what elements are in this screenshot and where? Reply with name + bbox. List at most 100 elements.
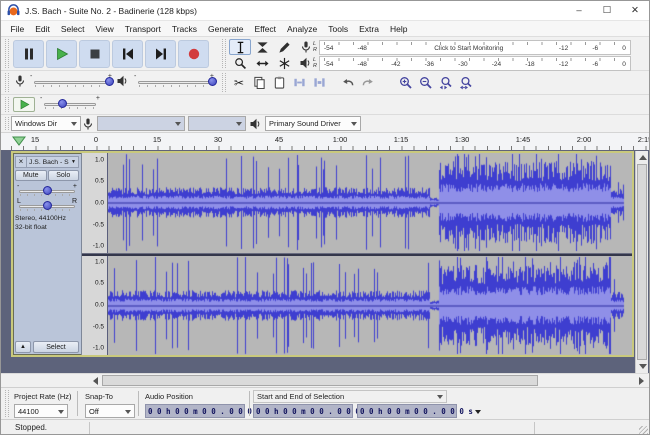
playback-meter-scale[interactable]: -54-48-42-36-30-24-18-12-60 [319,56,631,71]
recording-meter[interactable]: LR -54-48-42-36-30-24-18-12-60 Click to … [299,39,631,55]
menu-edit[interactable]: Edit [30,24,56,34]
redo-button[interactable] [358,73,378,92]
toolbar-grip[interactable] [5,117,9,130]
snap-to-select[interactable]: Off [85,404,135,418]
solo-button[interactable]: Solo [48,170,80,181]
selection-end-value: 0 0 h 0 0 m 0 0 . 0 0 0 s [360,407,473,416]
slider-thumb[interactable] [58,99,67,108]
zoom-tool-button[interactable] [229,55,251,71]
timeshift-tool-button[interactable] [251,55,273,71]
playback-speed-slider[interactable]: - + [39,97,101,110]
trim-audio-button[interactable] [289,73,309,92]
select-track-button[interactable]: Select [33,341,79,353]
menu-generate[interactable]: Generate [203,24,249,34]
paste-button[interactable] [269,73,289,92]
scroll-up-button[interactable] [636,151,649,164]
zoom-fit-button[interactable] [456,73,476,92]
project-rate-select[interactable]: 44100 [14,404,68,418]
slider-thumb[interactable] [105,77,114,86]
horizontal-scroll-thumb[interactable] [102,375,538,386]
resize-grip[interactable] [639,426,648,435]
draw-tool-button[interactable] [273,39,295,55]
menu-transport[interactable]: Transport [119,24,166,34]
mute-button[interactable]: Mute [15,170,47,181]
menu-tools[interactable]: Tools [323,24,354,34]
collapse-track-button[interactable]: ▲ [15,341,31,353]
recording-channels-select[interactable] [188,116,246,131]
pause-button[interactable] [13,40,44,68]
left-waveform-canvas[interactable] [108,153,632,252]
skip-to-start-button[interactable] [112,40,143,68]
menu-help[interactable]: Help [384,24,412,34]
recording-device-select[interactable] [97,116,185,131]
vertical-ruler[interactable]: 1.00.50.0-0.5-1.0 [82,256,108,356]
minimize-button[interactable]: – [565,1,593,20]
playback-device-select[interactable]: Primary Sound Driver [265,116,361,131]
envelope-tool-button[interactable] [251,39,273,55]
timeline-options-icon[interactable] [12,136,26,146]
toolbar-grip[interactable] [222,39,226,68]
vertical-scroll-thumb[interactable] [637,164,647,360]
recording-meter-scale[interactable]: -54-48-42-36-30-24-18-12-60 Click to Sta… [319,40,631,55]
toolbar-grip[interactable] [5,390,9,417]
slider-groove [138,81,210,84]
maximize-button[interactable]: ☐ [593,1,621,20]
playback-volume-slider[interactable]: - + [133,75,215,88]
field-dropdown-icon[interactable] [475,410,481,417]
selection-mode-select[interactable]: Start and End of Selection [253,390,447,403]
recording-volume-slider[interactable]: - + [29,75,113,88]
gain-slider[interactable]: - + [15,183,79,196]
undo-button[interactable] [338,73,358,92]
zoom-selection-button[interactable] [436,73,456,92]
record-button[interactable] [178,40,209,68]
scroll-left-button[interactable] [89,374,102,387]
menu-effect[interactable]: Effect [249,24,282,34]
right-waveform[interactable] [108,256,632,356]
menu-view[interactable]: View [90,24,119,34]
toolbar-grip[interactable] [5,97,9,112]
vertical-ruler[interactable]: 1.00.50.0-0.5-1.0 [82,153,108,253]
slider-thumb[interactable] [208,77,217,86]
scroll-down-button[interactable] [636,360,649,373]
playback-meter[interactable]: LR -54-48-42-36-30-24-18-12-60 [299,55,631,71]
audio-host-select[interactable]: Windows Dir [11,116,81,131]
undo-icon [341,76,355,89]
play-at-speed-button[interactable] [13,97,35,112]
zoom-out-button[interactable] [416,73,436,92]
play-button[interactable] [46,40,77,68]
menu-select[interactable]: Select [55,24,90,34]
track-title[interactable]: J.S. Bach - S [27,159,71,166]
horizontal-scrollbar[interactable] [1,373,649,387]
close-button[interactable]: ✕ [621,1,649,20]
zoom-in-button[interactable] [396,73,416,92]
selection-end-field[interactable]: 0 0 h 0 0 m 0 0 . 0 0 0 s [357,404,457,418]
stop-button[interactable] [79,40,110,68]
vertical-scrollbar[interactable] [635,151,648,373]
copy-button[interactable] [249,73,269,92]
selection-tool-button[interactable] [229,39,251,55]
left-waveform[interactable] [108,153,632,253]
toolbar-grip[interactable] [222,73,226,92]
menu-analyze[interactable]: Analyze [282,24,323,34]
skip-to-end-button[interactable] [145,40,176,68]
cut-button[interactable]: ✂ [229,73,249,92]
scroll-right-button[interactable] [635,374,648,387]
audio-track[interactable]: × J.S. Bach - S ▼ Mute Solo - + L [11,151,634,357]
menu-file[interactable]: File [5,24,30,34]
multi-tool-button[interactable] [273,55,295,71]
silence-audio-button[interactable] [309,73,329,92]
track-menu-arrow-icon[interactable]: ▼ [71,159,78,165]
menu-tracks[interactable]: Tracks [166,24,202,34]
track-close-button[interactable]: × [16,157,27,167]
monitor-hint[interactable]: Click to Start Monitoring [379,45,559,52]
toolbar-grip[interactable] [5,39,9,68]
menu-extra[interactable]: Extra [354,24,385,34]
audio-position-field[interactable]: 0 0 h 0 0 m 0 0 . 0 0 0 s [145,404,245,418]
pan-slider[interactable]: L R [15,198,79,211]
timeline-ruler[interactable]: 1501530451:001:151:301:452:002:15 [1,133,649,151]
toolbar-grip[interactable] [5,73,9,92]
slider-thumb[interactable] [43,201,52,210]
right-waveform-canvas[interactable] [108,256,632,355]
slider-thumb[interactable] [43,186,52,195]
selection-start-field[interactable]: 0 0 h 0 0 m 0 0 . 0 0 0 s [253,404,353,418]
